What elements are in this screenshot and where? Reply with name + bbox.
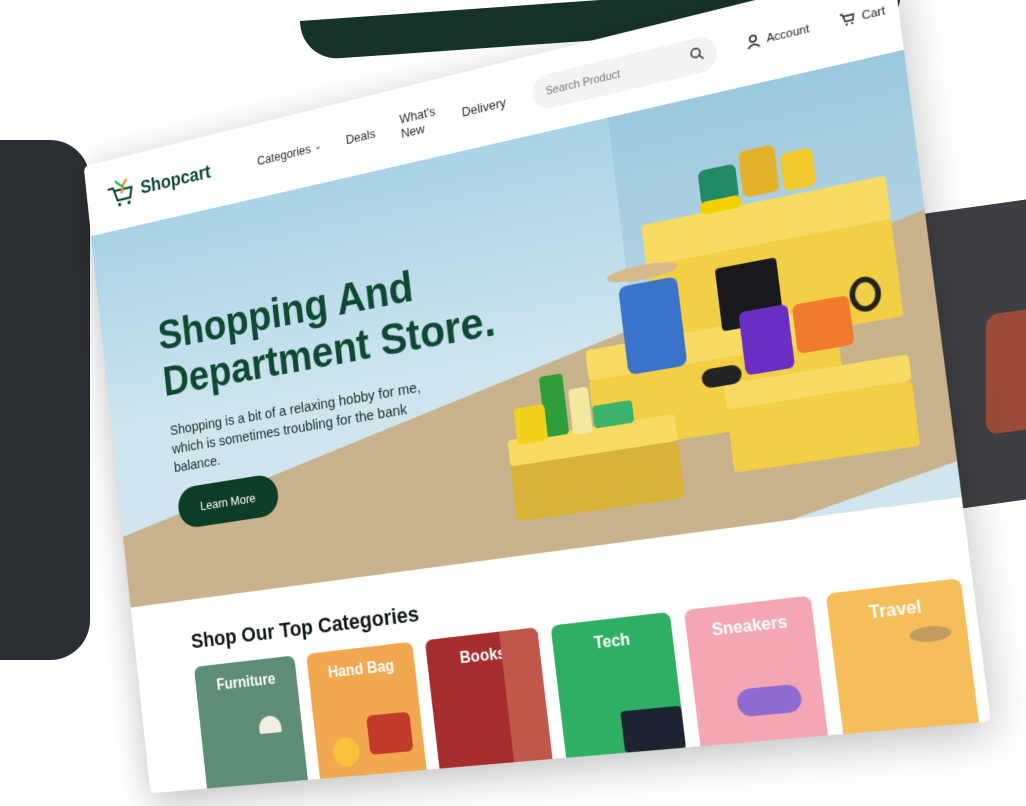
category-card-hand-bag[interactable]: Hand Bag [306, 641, 429, 794]
user-icon [744, 32, 761, 53]
search-input[interactable] [543, 50, 691, 100]
tablet-icon [791, 295, 855, 354]
product-podium-illustration [463, 130, 936, 538]
lamp-icon [257, 714, 282, 735]
category-card-furniture[interactable]: Furniture [193, 655, 311, 794]
category-card-sneakers[interactable]: Sneakers [683, 595, 831, 768]
cart-link[interactable]: Cart [839, 2, 887, 31]
drink-bottle-icon [567, 386, 593, 436]
account-link[interactable]: Account [744, 20, 810, 53]
category-label: Tech [593, 631, 632, 653]
cart-logo-icon [106, 176, 136, 209]
category-card-tech[interactable]: Tech [550, 611, 689, 779]
category-card-travel[interactable]: Travel [825, 578, 982, 756]
sneaker-icon [735, 683, 803, 718]
book-cover-icon [498, 627, 555, 783]
nav-whats-new[interactable]: What's New [399, 103, 438, 141]
nav-deals[interactable]: Deals [345, 125, 376, 146]
background-brick [986, 309, 1026, 436]
hat-icon [908, 624, 953, 644]
logo[interactable]: Shopcart [106, 158, 212, 210]
account-label: Account [765, 22, 811, 46]
suitcase-icon [618, 276, 688, 376]
nav-delivery[interactable]: Delivery [461, 94, 507, 119]
ball-icon [331, 736, 361, 768]
website-page: Shopcart Categories ⌄ Deals What's New D… [83, 0, 991, 794]
cart-label: Cart [861, 4, 886, 23]
search-icon[interactable] [688, 44, 705, 67]
smartphone-icon [738, 303, 796, 376]
background-scrap [0, 140, 90, 660]
laptop-icon [620, 705, 687, 753]
category-card-books[interactable]: Books [424, 627, 555, 789]
category-label: Furniture [215, 671, 277, 694]
category-label: Travel [868, 598, 923, 623]
handbag-icon [737, 144, 780, 199]
handbag-icon [779, 147, 817, 192]
category-label: Sneakers [710, 613, 789, 640]
category-list: Furniture Hand Bag Books Tech Sneakers T… [193, 578, 982, 794]
snack-bag-icon [513, 403, 549, 446]
handbag-icon [366, 711, 414, 755]
cart-icon [839, 9, 857, 31]
brand-name: Shopcart [139, 161, 212, 199]
category-label: Hand Bag [327, 657, 396, 682]
nav-item-label: Categories [256, 140, 312, 168]
nav-categories[interactable]: Categories ⌄ [256, 138, 322, 168]
chevron-down-icon: ⌄ [313, 140, 322, 153]
